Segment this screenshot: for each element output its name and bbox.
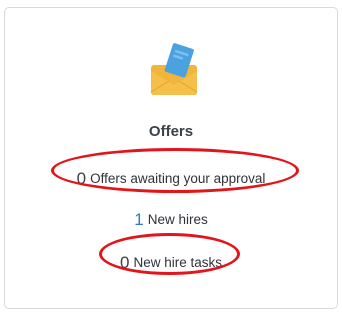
offers-awaiting-label: Offers awaiting your approval (90, 171, 266, 186)
envelope-with-letter-icon (148, 41, 200, 97)
new-hires-count: 1 (134, 210, 144, 229)
new-hires-link[interactable]: 1 New hires (5, 210, 337, 230)
new-hires-label: New hires (147, 212, 208, 227)
offers-card[interactable]: Offers 0 Offers awaiting your approval 1N… (4, 7, 338, 309)
new-hire-tasks-link[interactable]: 0 New hire tasks (5, 253, 337, 273)
offers-awaiting-count: 0 (76, 169, 87, 188)
offers-awaiting-approval-link[interactable]: 0 Offers awaiting your approval (5, 169, 337, 189)
new-hire-tasks-label: New hire tasks (133, 255, 222, 270)
new-hire-tasks-count: 0 (120, 253, 130, 272)
card-title: Offers (148, 123, 194, 140)
